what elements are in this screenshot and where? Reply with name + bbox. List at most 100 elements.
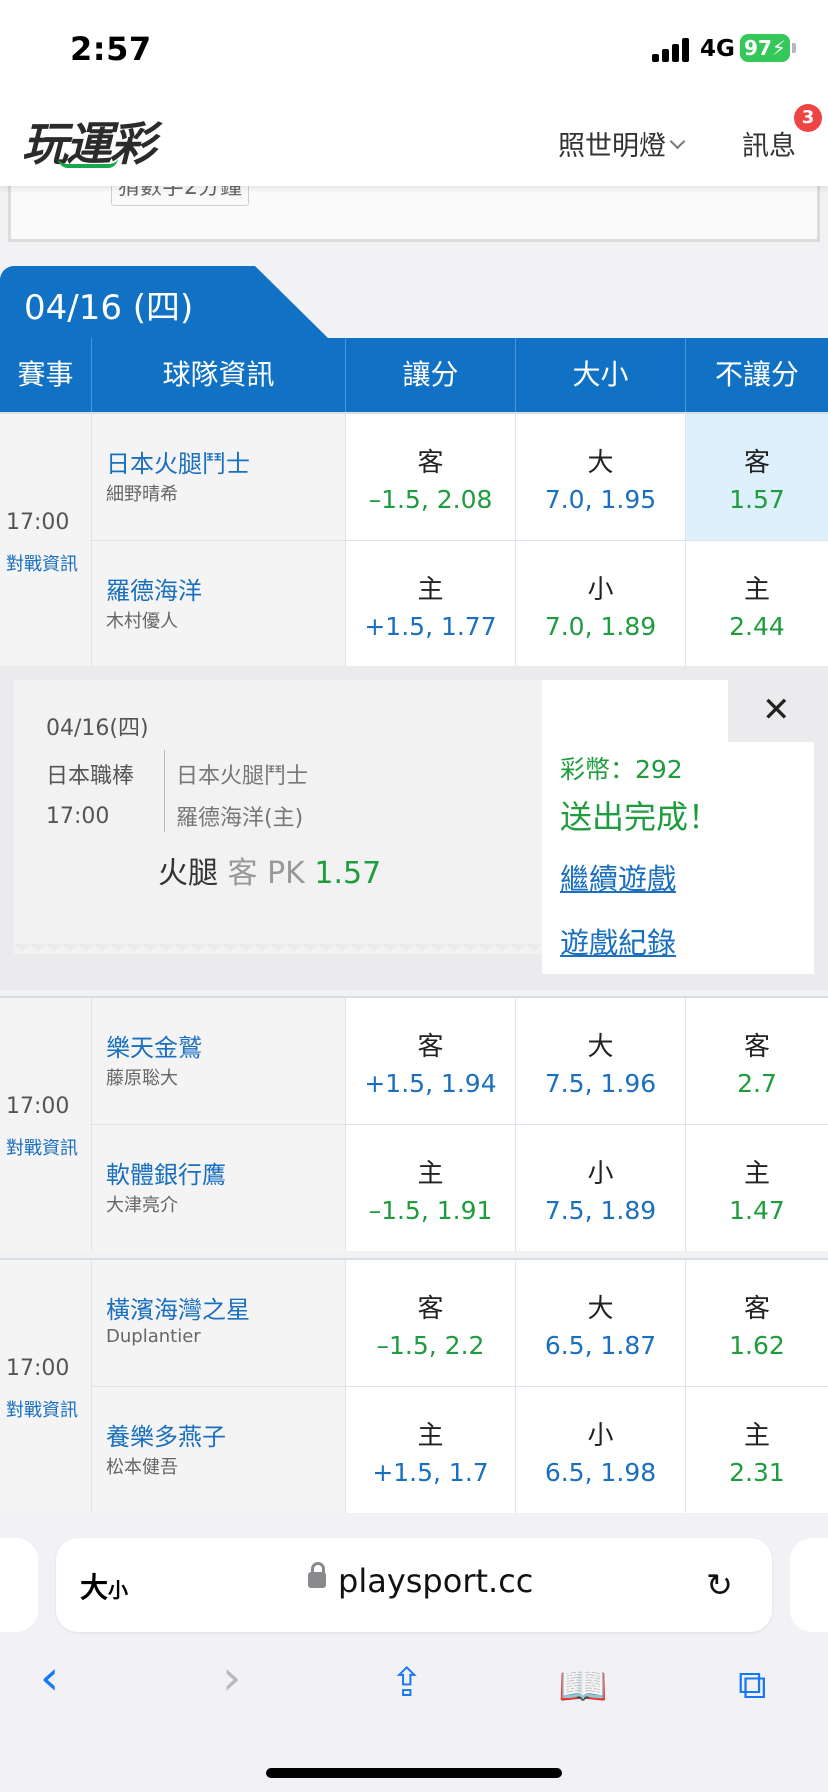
moneyline-away-button[interactable]: 客 1.57 xyxy=(686,414,828,540)
team-name[interactable]: 日本火腿鬥士 xyxy=(106,444,250,479)
address-bar[interactable]: 大小 playsport.cc ↻ xyxy=(56,1538,772,1632)
user-menu[interactable]: 照世明燈 xyxy=(558,124,666,163)
signal-icon xyxy=(652,38,690,62)
spread-home-button[interactable]: 主 –1.5, 1.91 xyxy=(346,1125,516,1251)
match-time: 17:00 xyxy=(6,1356,70,1381)
battery-nub xyxy=(792,43,796,53)
bet-odds: 6.5, 1.87 xyxy=(544,1331,657,1360)
submit-status: 送出完成！ xyxy=(560,798,721,836)
bet-odds: 2.31 xyxy=(729,1458,785,1487)
match-time: 17:00 xyxy=(6,1094,70,1119)
url-text[interactable]: playsport.cc xyxy=(338,1562,533,1600)
battery-level: 97 xyxy=(744,36,772,60)
continue-game-link[interactable]: 繼續遊戲 xyxy=(560,856,676,898)
moneyline-away-button[interactable]: 客 1.62 xyxy=(686,1260,828,1386)
bet-side: 主 xyxy=(417,1159,444,1189)
back-icon[interactable]: ‹ xyxy=(40,1650,59,1706)
total-under-button[interactable]: 小 7.0, 1.89 xyxy=(516,541,686,667)
bet-odds: 2.44 xyxy=(729,612,785,641)
pitcher-name: 大津亮介 xyxy=(106,1195,178,1216)
bet-odds: 1.57 xyxy=(729,485,785,514)
coins-balance: 彩幣：292 xyxy=(560,755,683,784)
pick-side: 客 xyxy=(227,856,258,891)
ticket-date: 04/16(四) xyxy=(46,716,149,741)
total-under-button[interactable]: 小 6.5, 1.98 xyxy=(516,1387,686,1513)
col-spread: 讓分 xyxy=(346,338,516,412)
bet-side: 大 xyxy=(587,1294,614,1324)
bet-side: 小 xyxy=(587,1421,614,1451)
ticket-league: 日本職棒 xyxy=(46,764,135,789)
matchup-info-link[interactable]: 對戰資訊 xyxy=(6,1134,78,1160)
team-away: 橫濱海灣之星 Duplantier xyxy=(92,1260,346,1386)
match-row: 17:00 對戰資訊 樂天金鷲 藤原聡大 客 +1.5, 1.94 大 7.5,… xyxy=(0,996,828,1251)
spread-away-button[interactable]: 客 –1.5, 2.2 xyxy=(346,1260,516,1386)
col-team-info: 球隊資訊 xyxy=(92,338,346,412)
bet-odds: +1.5, 1.94 xyxy=(364,1069,497,1098)
team-name[interactable]: 羅德海洋 xyxy=(106,571,202,606)
total-over-button[interactable]: 大 7.0, 1.95 xyxy=(516,414,686,540)
spread-away-button[interactable]: 客 –1.5, 2.08 xyxy=(346,414,516,540)
date-label: 04/16 (四) xyxy=(24,288,194,328)
ticket-pick: 火腿 客 PK 1.57 xyxy=(158,848,381,892)
messages-link[interactable]: 訊息 xyxy=(742,124,796,163)
app-root: 2:57 4G 97⚡ 玩運彩 照世明燈 訊息 3 猜數字2分鐘 04/16 (… xyxy=(0,0,828,1792)
text-size-large: 大 xyxy=(80,1571,109,1604)
bet-side: 客 xyxy=(743,1032,770,1062)
lock-icon xyxy=(308,1562,326,1588)
previous-tab-preview[interactable] xyxy=(0,1538,38,1632)
bet-confirmation-panel: 04/16(四) 日本職棒 17:00 日本火腿鬥士 羅德海洋(主) 火腿 客 … xyxy=(0,666,828,990)
bet-side: 小 xyxy=(587,1159,614,1189)
tabs-icon[interactable]: ⧉ xyxy=(738,1662,767,1708)
bet-side: 客 xyxy=(417,1032,444,1062)
bet-odds: 7.5, 1.96 xyxy=(544,1069,657,1098)
battery-icon: 97⚡ xyxy=(740,34,790,62)
close-icon[interactable]: ✕ xyxy=(762,690,791,730)
team-name[interactable]: 養樂多燕子 xyxy=(106,1417,226,1452)
spread-away-button[interactable]: 客 +1.5, 1.94 xyxy=(346,998,516,1124)
spread-home-button[interactable]: 主 +1.5, 1.7 xyxy=(346,1387,516,1513)
logo-swoosh xyxy=(58,158,118,168)
team-name[interactable]: 橫濱海灣之星 xyxy=(106,1290,250,1325)
bet-odds: 1.62 xyxy=(729,1331,785,1360)
team-name[interactable]: 軟體銀行鷹 xyxy=(106,1155,226,1190)
site-header: 玩運彩 照世明燈 訊息 3 xyxy=(0,100,828,186)
bookmarks-icon[interactable]: 📖 xyxy=(558,1662,608,1709)
matchup-info-link[interactable]: 對戰資訊 xyxy=(6,1396,78,1422)
moneyline-away-button[interactable]: 客 2.7 xyxy=(686,998,828,1124)
pick-type: PK xyxy=(267,856,305,891)
matchup-info-link[interactable]: 對戰資訊 xyxy=(6,550,78,576)
reload-icon[interactable]: ↻ xyxy=(706,1566,733,1604)
status-bar: 2:57 4G 97⚡ xyxy=(0,0,828,100)
text-size-button[interactable]: 大小 xyxy=(80,1566,128,1606)
chevron-down-icon[interactable] xyxy=(669,133,686,150)
bet-side: 主 xyxy=(743,575,770,605)
moneyline-home-button[interactable]: 主 2.44 xyxy=(686,541,828,667)
bet-odds: –1.5, 2.2 xyxy=(376,1331,485,1360)
bet-side: 小 xyxy=(587,575,614,605)
forward-icon[interactable]: › xyxy=(222,1650,241,1706)
share-icon[interactable]: ⇪ xyxy=(390,1660,424,1706)
bet-side: 主 xyxy=(743,1421,770,1451)
table-header: 賽事 球隊資訊 讓分 大小 不讓分 xyxy=(0,338,828,412)
close-button[interactable]: ✕ xyxy=(728,680,828,742)
total-over-button[interactable]: 大 6.5, 1.87 xyxy=(516,1260,686,1386)
pick-odds: 1.57 xyxy=(314,856,382,891)
pitcher-name: 藤原聡大 xyxy=(106,1068,178,1089)
moneyline-home-button[interactable]: 主 1.47 xyxy=(686,1125,828,1251)
next-tab-preview[interactable] xyxy=(790,1538,828,1632)
ticket-time: 17:00 xyxy=(46,804,110,829)
spread-home-button[interactable]: 主 +1.5, 1.77 xyxy=(346,541,516,667)
pitcher-name: 松本健吾 xyxy=(106,1457,178,1478)
team-name[interactable]: 樂天金鷲 xyxy=(106,1028,202,1063)
team-home: 軟體銀行鷹 大津亮介 xyxy=(92,1125,346,1251)
team-home: 養樂多燕子 松本健吾 xyxy=(92,1387,346,1513)
moneyline-home-button[interactable]: 主 2.31 xyxy=(686,1387,828,1513)
game-history-link[interactable]: 遊戲紀錄 xyxy=(560,920,676,962)
ticket-away-team: 日本火腿鬥士 xyxy=(176,764,309,789)
bet-side: 主 xyxy=(417,575,444,605)
total-over-button[interactable]: 大 7.5, 1.96 xyxy=(516,998,686,1124)
pitcher-name: Duplantier xyxy=(106,1326,201,1347)
messages-badge: 3 xyxy=(794,104,822,132)
ticket-divider xyxy=(164,750,165,832)
total-under-button[interactable]: 小 7.5, 1.89 xyxy=(516,1125,686,1251)
